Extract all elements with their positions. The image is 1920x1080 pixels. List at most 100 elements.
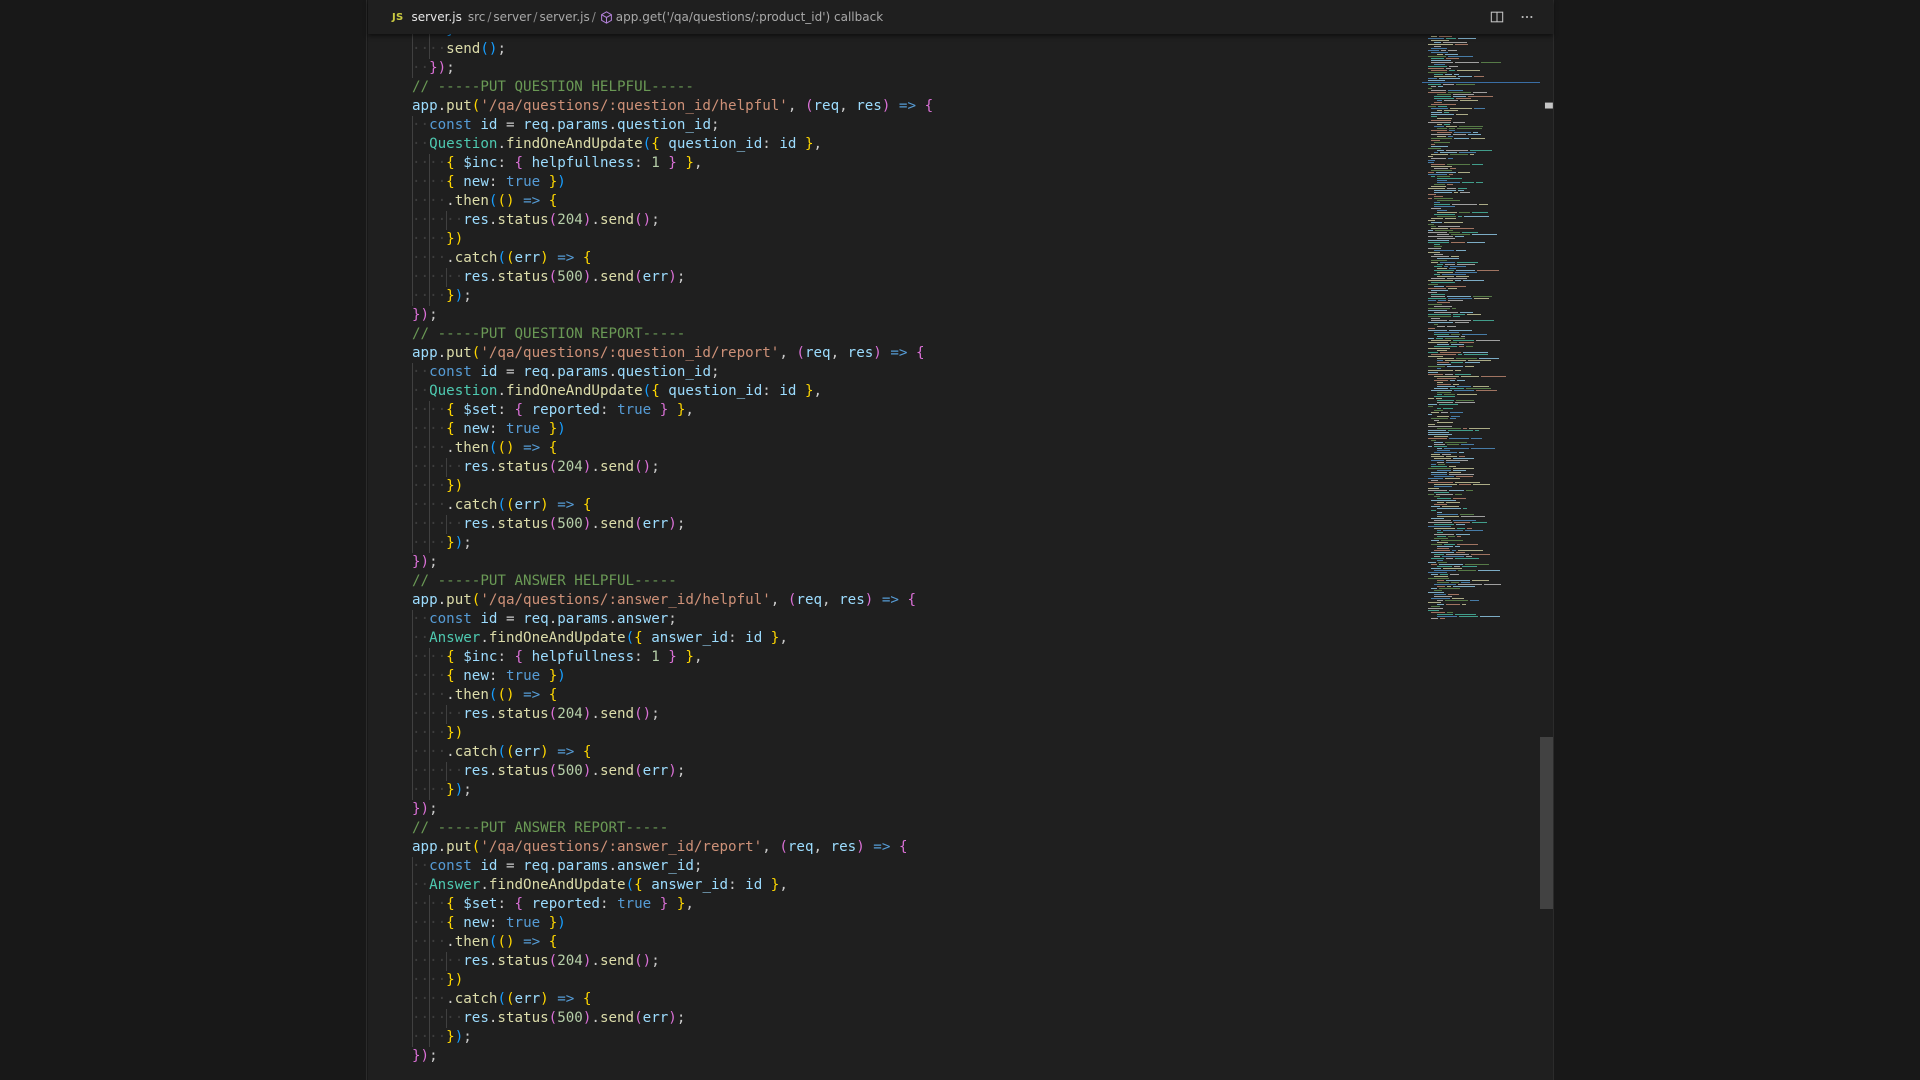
indent-whitespace: ·· xyxy=(412,611,430,627)
vertical-scrollbar[interactable] xyxy=(1540,34,1553,1080)
minimap-code-mark xyxy=(1434,332,1459,333)
code-line: ····}) xyxy=(412,724,933,743)
minimap-code-mark xyxy=(1431,278,1445,279)
minimap-code-mark xyxy=(1445,374,1453,375)
breadcrumb-folder-src[interactable]: src xyxy=(468,10,486,24)
minimap-code-mark xyxy=(1444,448,1469,449)
minimap-code-mark xyxy=(1437,428,1461,429)
code-token: id xyxy=(480,858,498,874)
minimap-code-mark xyxy=(1428,88,1432,89)
minimap-code-mark xyxy=(1441,412,1448,413)
code-token: ( xyxy=(548,763,558,779)
minimap-code-mark xyxy=(1434,312,1458,313)
minimap-code-mark xyxy=(1456,400,1474,401)
code-token: => xyxy=(557,250,575,266)
minimap-code-mark xyxy=(1437,532,1443,533)
minimap-code-mark xyxy=(1428,446,1432,447)
indent-guide xyxy=(446,515,448,534)
minimap-code-mark xyxy=(1437,216,1456,217)
breadcrumb-symbol[interactable]: app.get('/qa/questions/:product_id') cal… xyxy=(598,10,883,24)
code-token: => xyxy=(523,934,541,950)
minimap-code-mark xyxy=(1431,62,1453,63)
split-editor-icon[interactable] xyxy=(1489,9,1505,25)
code-token: { xyxy=(446,402,464,418)
minimap-code-mark xyxy=(1428,220,1435,221)
code-token: err xyxy=(642,763,669,779)
breadcrumb-file-segment[interactable]: server.js xyxy=(539,10,589,24)
minimap-code-mark xyxy=(1437,360,1443,361)
minimap-code-mark xyxy=(1431,90,1446,91)
minimap-code-mark xyxy=(1459,452,1464,453)
minimap-code-mark xyxy=(1437,516,1459,517)
more-actions-icon[interactable] xyxy=(1519,9,1535,25)
minimap-code-mark xyxy=(1453,458,1474,459)
minimap[interactable] xyxy=(1422,34,1540,1080)
breadcrumb-file[interactable]: JS server.js xyxy=(392,10,468,24)
minimap-code-mark xyxy=(1431,228,1448,229)
code-token: . xyxy=(446,440,455,456)
minimap-code-mark xyxy=(1428,404,1437,405)
minimap-code-mark xyxy=(1437,124,1442,125)
minimap-code-mark xyxy=(1437,182,1460,183)
code-token: Answer xyxy=(429,877,481,893)
minimap-code-mark xyxy=(1431,558,1444,559)
code-token: answer_id xyxy=(651,877,729,893)
minimap-code-mark xyxy=(1428,406,1433,407)
code-line: ····{ new: true }) xyxy=(412,667,933,686)
minimap-code-mark xyxy=(1444,124,1450,125)
minimap-code-mark xyxy=(1434,286,1444,287)
minimap-code-mark xyxy=(1453,316,1460,317)
minimap-code-mark xyxy=(1467,242,1485,243)
code-token: send xyxy=(599,516,635,532)
minimap-code-mark xyxy=(1431,568,1441,569)
minimap-code-mark xyxy=(1431,154,1448,155)
minimap-code-mark xyxy=(1446,580,1470,581)
indent-whitespace: ·· xyxy=(412,136,430,152)
minimap-code-mark xyxy=(1431,472,1447,473)
code-token: = xyxy=(497,858,524,874)
minimap-code-mark xyxy=(1455,558,1479,559)
minimap-code-mark xyxy=(1428,430,1446,431)
minimap-code-mark xyxy=(1454,390,1474,391)
code-token: } xyxy=(540,421,558,437)
minimap-code-mark xyxy=(1428,292,1437,293)
minimap-code-mark xyxy=(1434,444,1445,445)
minimap-code-mark xyxy=(1461,336,1465,337)
scrollbar-thumb[interactable] xyxy=(1540,737,1553,909)
minimap-code-mark xyxy=(1437,264,1443,265)
minimap-code-mark xyxy=(1445,478,1460,479)
minimap-code-mark xyxy=(1431,262,1438,263)
code-token: , xyxy=(779,877,788,893)
minimap-code-mark xyxy=(1431,70,1447,71)
breadcrumb-folder-server[interactable]: server xyxy=(493,10,531,24)
indent-guide xyxy=(446,952,448,971)
indent-guide xyxy=(429,1028,431,1047)
code-token: err xyxy=(642,516,669,532)
code-token: ; xyxy=(429,307,438,323)
code-token: () xyxy=(497,687,515,703)
code-token: , xyxy=(839,98,857,114)
minimap-code-mark xyxy=(1473,92,1487,93)
code-editor[interactable]: ····}····send();··});// -----PUT QUESTIO… xyxy=(368,34,1418,1080)
minimap-code-mark xyxy=(1438,300,1446,301)
code-token: id xyxy=(745,877,763,893)
minimap-code-mark xyxy=(1451,256,1459,257)
minimap-code-mark xyxy=(1437,546,1453,547)
minimap-code-mark xyxy=(1456,476,1473,477)
minimap-code-mark xyxy=(1437,402,1453,403)
minimap-code-mark xyxy=(1462,334,1487,335)
code-token: then xyxy=(454,193,489,209)
minimap-code-mark xyxy=(1428,230,1433,231)
minimap-code-mark xyxy=(1449,130,1455,131)
minimap-code-mark xyxy=(1453,122,1465,123)
code-token: } xyxy=(446,34,455,38)
indent-guide xyxy=(429,439,431,458)
code-token: }) xyxy=(412,1048,430,1064)
minimap-code-mark xyxy=(1474,76,1484,77)
minimap-code-mark xyxy=(1431,208,1441,209)
indent-guide xyxy=(412,135,413,154)
